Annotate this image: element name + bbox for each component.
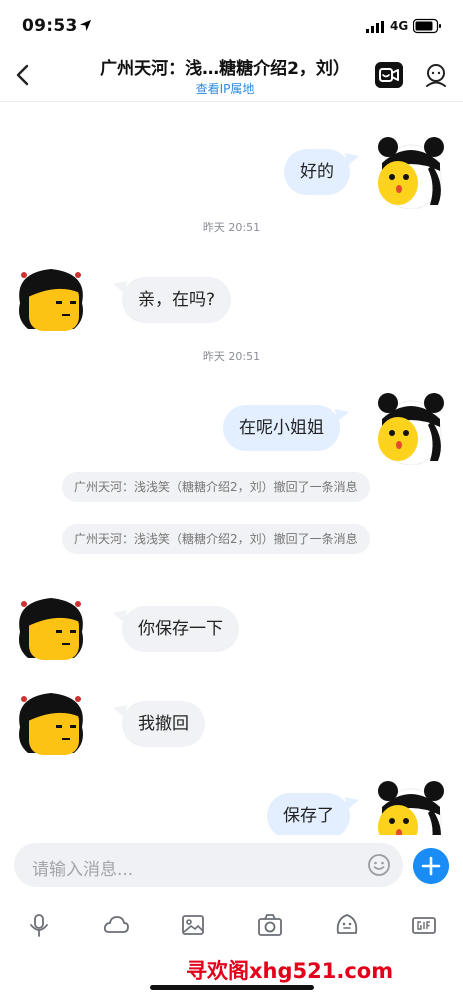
message-input-placeholder: 请输入消息... xyxy=(32,860,134,880)
self-panda-avatar[interactable] xyxy=(374,391,448,465)
profile-icon[interactable] xyxy=(423,62,449,88)
timestamp: 昨天 20:51 xyxy=(202,350,261,363)
cloud-icon[interactable] xyxy=(102,911,130,939)
input-bar: 请输入消息... xyxy=(0,835,463,897)
message-text: 保存了 xyxy=(283,806,334,826)
video-call-icon[interactable] xyxy=(375,62,403,88)
message-text: 亲，在吗? xyxy=(138,290,216,310)
signal-icon xyxy=(366,21,384,33)
network-type: 4G xyxy=(390,19,409,33)
recall-notice: 广州天河：浅浅笑（糖糖介绍2，刘）撤回了一条消息 xyxy=(62,472,370,502)
location-arrow-icon xyxy=(79,19,92,32)
status-time: 09:53 xyxy=(22,16,78,36)
recall-notice: 广州天河：浅浅笑（糖糖介绍2，刘）撤回了一条消息 xyxy=(62,524,370,554)
message-list[interactable]: 好的 昨天 20:51 亲，在吗? 昨天 20:51 在呢小姐姐 广州天河：浅浅… xyxy=(0,103,463,835)
contact-avatar[interactable] xyxy=(14,687,88,761)
plus-icon[interactable] xyxy=(413,848,449,884)
sticker-icon[interactable] xyxy=(333,911,361,939)
message-bubble-other[interactable]: 你保存一下 xyxy=(113,606,239,652)
battery-icon xyxy=(413,18,441,34)
status-bar: 09:53 4G xyxy=(0,0,463,50)
back-arrow-icon[interactable] xyxy=(12,62,34,88)
message-bubble-other[interactable]: 我撤回 xyxy=(113,701,205,747)
home-indicator xyxy=(150,985,314,990)
message-bubble-self[interactable]: 好的 xyxy=(284,149,359,195)
camera-icon[interactable] xyxy=(256,911,284,939)
timestamp: 昨天 20:51 xyxy=(202,221,261,234)
contact-avatar[interactable] xyxy=(14,592,88,666)
self-panda-avatar[interactable] xyxy=(374,135,448,209)
gif-icon[interactable] xyxy=(410,911,438,939)
image-icon[interactable] xyxy=(179,911,207,939)
message-text: 好的 xyxy=(300,162,334,182)
watermark: 寻欢阁xhg521.com xyxy=(186,959,394,983)
message-text: 你保存一下 xyxy=(138,619,223,639)
chat-header: 广州天河：浅…糖糖介绍2，刘） 查看IP属地 xyxy=(0,50,463,102)
chat-title: 广州天河：浅…糖糖介绍2，刘） xyxy=(100,59,350,79)
view-ip-location-link[interactable]: 查看IP属地 xyxy=(80,80,370,97)
message-input[interactable]: 请输入消息... xyxy=(14,843,403,887)
message-bubble-self[interactable]: 保存了 xyxy=(267,793,359,835)
message-bubble-self[interactable]: 在呢小姐姐 xyxy=(223,405,349,451)
message-text: 在呢小姐姐 xyxy=(239,418,324,438)
message-text: 我撤回 xyxy=(138,714,189,734)
contact-avatar[interactable] xyxy=(14,263,88,337)
message-bubble-other[interactable]: 亲，在吗? xyxy=(113,277,232,323)
input-toolbar xyxy=(0,897,463,957)
emoji-icon[interactable] xyxy=(367,853,391,877)
self-panda-avatar[interactable] xyxy=(374,779,448,835)
mic-icon[interactable] xyxy=(25,911,53,939)
